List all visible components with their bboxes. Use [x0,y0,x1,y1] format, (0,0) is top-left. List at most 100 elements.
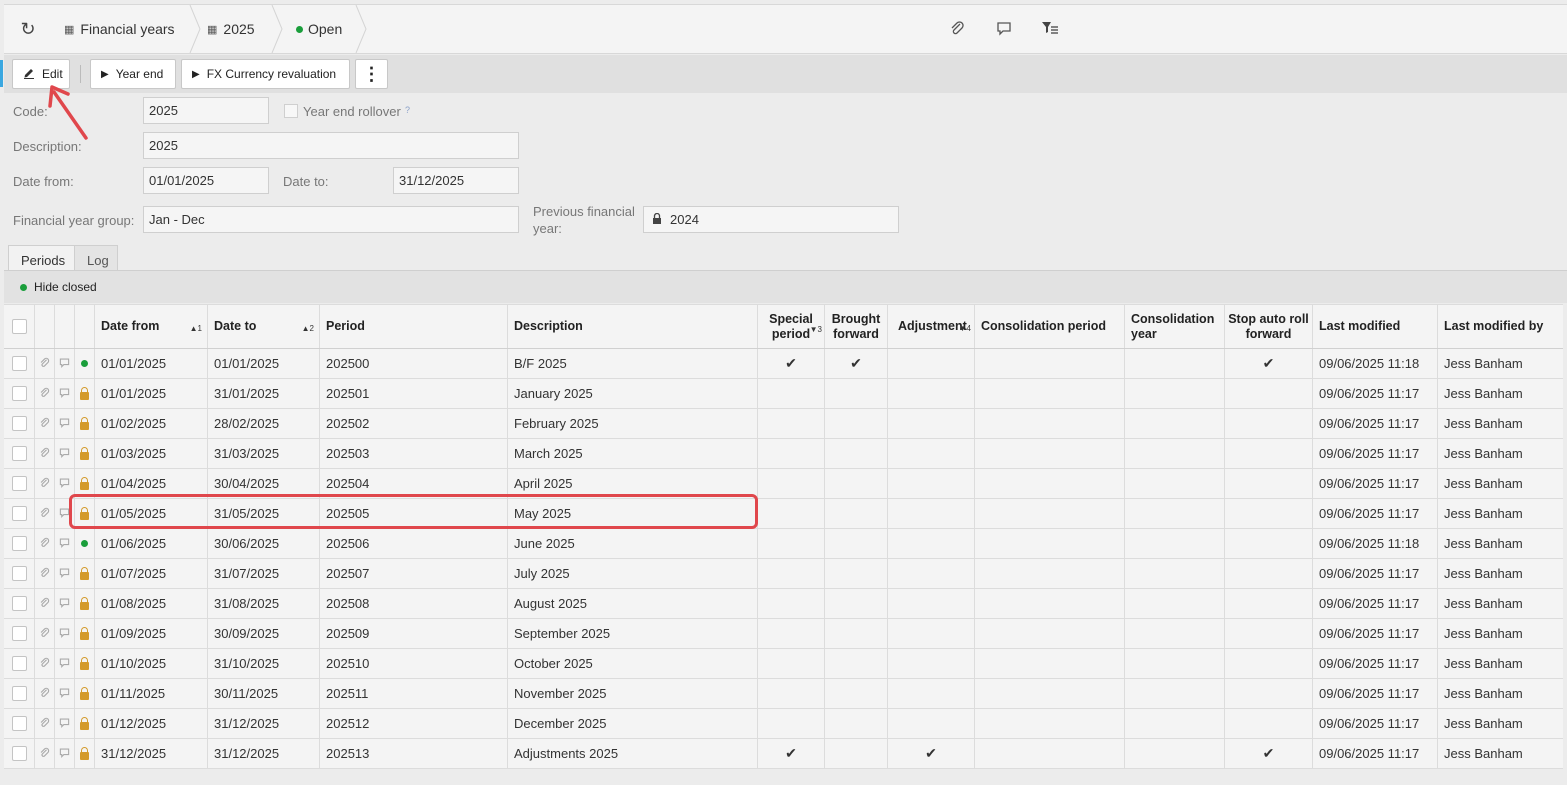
attachment-icon[interactable] [39,567,50,581]
tab-log[interactable]: Log [74,245,118,271]
breadcrumb-2025[interactable]: ▦ 2025 [207,5,255,53]
code-field[interactable]: 2025 [143,97,269,124]
fy-group-field[interactable]: Jan - Dec [143,206,519,233]
row-checkbox[interactable] [11,416,27,431]
comment-icon[interactable] [59,687,70,701]
row-checkbox[interactable] [11,536,27,551]
header-last-modified[interactable]: Last modified [1312,305,1437,348]
breadcrumb-open[interactable]: Open [296,5,342,53]
row-attachment-cell [34,529,54,558]
comment-icon[interactable] [59,567,70,581]
attachment-icon[interactable] [39,627,50,641]
header-brought-forward[interactable]: Brought forward [824,305,887,348]
table-row[interactable]: 01/10/2025 31/10/2025 202510 October 2025 09… [4,649,1563,679]
row-checkbox[interactable] [11,446,27,461]
prev-fy-value: 2024 [670,212,699,227]
row-checkbox[interactable] [11,626,27,641]
comment-icon[interactable] [59,627,70,641]
comment-icon[interactable] [59,657,70,671]
attachment-icon[interactable] [948,20,966,38]
consolidation-period-cell [974,589,1124,618]
stop-auto-cell [1224,619,1312,648]
year-end-button[interactable]: ▶ Year end [90,59,176,89]
table-row[interactable]: 01/03/2025 31/03/2025 202503 March 2025 09/0… [4,439,1563,469]
attachment-icon[interactable] [39,537,50,551]
row-checkbox[interactable] [11,656,27,671]
hide-closed-filter[interactable]: Hide closed [4,271,1567,303]
lock-icon [80,746,89,760]
header-period[interactable]: Period [319,305,507,348]
filter-list-icon[interactable] [1041,20,1059,38]
comment-icon[interactable] [59,747,70,761]
row-attachment-cell [34,409,54,438]
comment-icon[interactable] [59,387,70,401]
attachment-icon[interactable] [39,747,50,761]
table-row[interactable]: 01/11/2025 30/11/2025 202511 November 2025 0… [4,679,1563,709]
consolidation-period-cell [974,439,1124,468]
header-stop-auto-roll-forward[interactable]: Stop auto roll forward [1224,305,1312,348]
header-consolidation-year[interactable]: Consolidation year [1124,305,1224,348]
row-checkbox[interactable] [11,476,27,491]
description-field[interactable]: 2025 [143,132,519,159]
more-options-button[interactable]: ⋮ [355,59,388,89]
attachment-icon[interactable] [39,687,50,701]
table-row[interactable]: 01/07/2025 31/07/2025 202507 July 2025 09/06… [4,559,1563,589]
table-row[interactable]: 01/08/2025 31/08/2025 202508 August 2025 09/… [4,589,1563,619]
row-checkbox[interactable] [11,716,27,731]
comment-icon[interactable] [59,717,70,731]
row-checkbox[interactable] [11,596,27,611]
header-description[interactable]: Description [507,305,757,348]
row-checkbox[interactable] [11,686,27,701]
period-cell: 202512 [319,709,507,738]
table-row[interactable]: 01/02/2025 28/02/2025 202502 February 2025 0… [4,409,1563,439]
row-checkbox[interactable] [11,566,27,581]
attachment-icon[interactable] [39,417,50,431]
refresh-icon[interactable]: ↻ [18,19,38,39]
prev-fy-label: Previous financial [533,204,635,219]
code-label: Code: [13,104,48,119]
row-checkbox[interactable] [11,386,27,401]
header-date-from[interactable]: Date from ▲1 [94,305,207,348]
year-end-rollover-checkbox[interactable] [284,104,298,118]
fx-revaluation-button[interactable]: ▶ FX Currency revaluation [181,59,350,89]
date-from-field[interactable]: 01/01/2025 [143,167,269,194]
attachment-icon[interactable] [39,477,50,491]
table-row[interactable]: 01/09/2025 30/09/2025 202509 September 2025… [4,619,1563,649]
attachment-icon[interactable] [39,717,50,731]
header-last-modified-by[interactable]: Last modified by [1437,305,1563,348]
date-to-field[interactable]: 31/12/2025 [393,167,519,194]
attachment-icon[interactable] [39,387,50,401]
row-comment-cell [54,349,74,378]
select-all-checkbox[interactable] [11,319,27,334]
attachment-icon[interactable] [39,597,50,611]
last-modified-by-cell: Jess Banham [1437,529,1563,558]
header-date-to[interactable]: Date to ▲2 [207,305,319,348]
table-row[interactable]: 01/01/2025 01/01/2025 202500 B/F 2025 ✔ ✔ ✔ 09/… [4,349,1563,379]
header-special-period[interactable]: Special period ▼3 [757,305,824,348]
table-row[interactable]: 01/01/2025 31/01/2025 202501 January 2025 09… [4,379,1563,409]
header-adjustment[interactable]: Adjustment ▼4 [887,305,974,348]
attachment-icon[interactable] [39,507,50,521]
date-to-cell: 30/06/2025 [207,529,319,558]
comment-icon[interactable] [59,417,70,431]
prev-fy-field[interactable]: 2024 [643,206,899,233]
attachment-icon[interactable] [39,357,50,371]
table-row[interactable]: 31/12/2025 31/12/2025 202513 Adjustments 20… [4,739,1563,769]
comment-icon[interactable] [59,537,70,551]
attachment-icon[interactable] [39,657,50,671]
row-checkbox[interactable] [11,506,27,521]
comment-icon[interactable] [995,20,1013,38]
comment-icon[interactable] [59,597,70,611]
table-row[interactable]: 01/06/2025 30/06/2025 202506 June 2025 09/06… [4,529,1563,559]
row-checkbox[interactable] [11,356,27,371]
comment-icon[interactable] [59,477,70,491]
header-consolidation-period[interactable]: Consolidation period [974,305,1124,348]
breadcrumb-financial-years[interactable]: ▦ Financial years [64,5,175,53]
attachment-icon[interactable] [39,447,50,461]
row-checkbox[interactable] [11,746,27,761]
comment-icon[interactable] [59,447,70,461]
table-row[interactable]: 01/12/2025 31/12/2025 202512 December 2025 0… [4,709,1563,739]
help-icon[interactable]: ? [405,105,410,115]
comment-icon[interactable] [59,357,70,371]
tab-periods[interactable]: Periods [8,245,75,271]
